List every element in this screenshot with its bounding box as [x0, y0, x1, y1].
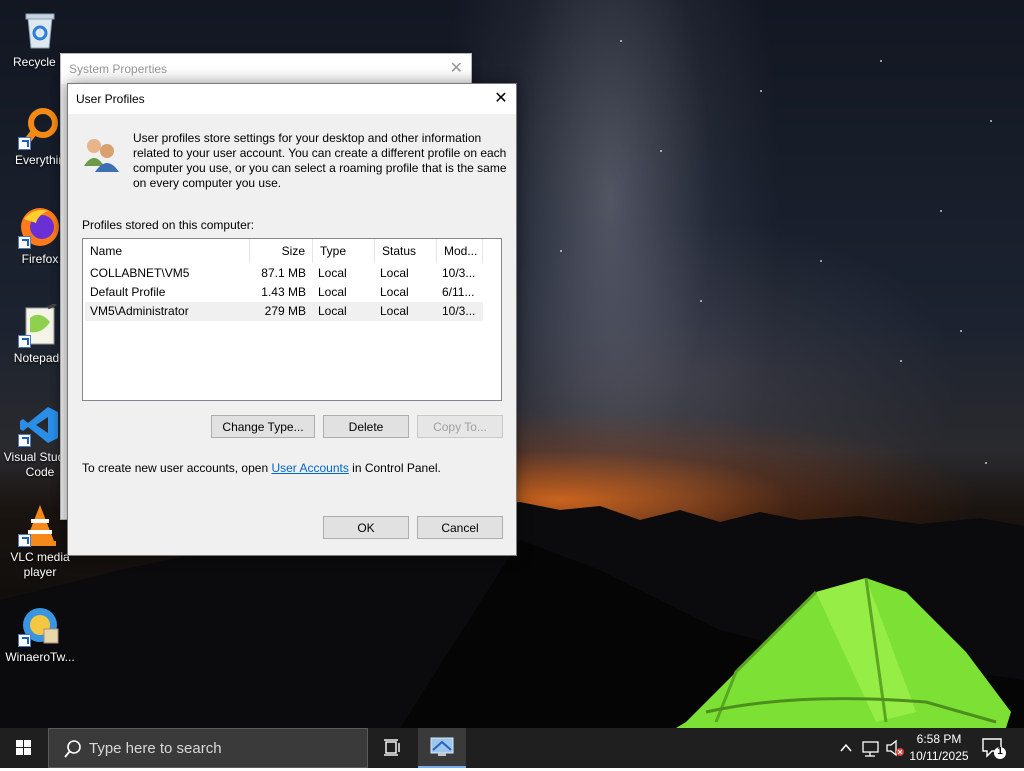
shortcut-arrow-icon: [18, 434, 31, 447]
windows-logo-icon: [16, 740, 31, 755]
search-icon: [64, 740, 81, 758]
cell-modified: 10/3...: [442, 304, 476, 318]
user-profiles-titlebar[interactable]: User Profiles ✕: [68, 84, 516, 114]
everything-search-icon: [18, 106, 62, 150]
shortcut-arrow-icon: [18, 236, 31, 249]
cell-size: 279 MB: [264, 304, 306, 318]
cell-modified: 6/11...: [442, 285, 475, 299]
dialog-title: User Profiles: [76, 92, 145, 106]
shortcut-arrow-icon: [18, 335, 31, 348]
shortcut-arrow-icon: [18, 534, 31, 547]
star: [660, 150, 662, 152]
footer-text-before: To create new user accounts, open: [82, 461, 272, 475]
profiles-list[interactable]: Name Size Type Status Mod... COLLABNET\V…: [82, 238, 502, 401]
taskbar-app-system-properties[interactable]: [418, 728, 466, 768]
cell-modified: 10/3...: [442, 266, 476, 280]
column-header-status[interactable]: Status: [375, 239, 437, 263]
recycle-bin-icon: [18, 8, 62, 52]
column-header-name[interactable]: Name: [83, 239, 250, 263]
cell-name: Default Profile: [90, 285, 166, 299]
clock-time: 6:58 PM: [916, 732, 962, 746]
window-title: System Properties: [69, 62, 168, 76]
cell-size: 1.43 MB: [261, 285, 306, 299]
firefox-icon: [18, 205, 62, 249]
ok-button[interactable]: OK: [323, 516, 409, 539]
profiles-description: User profiles store settings for your de…: [133, 131, 507, 190]
cell-name: VM5\Administrator: [90, 304, 189, 318]
notification-count: 1: [997, 746, 1003, 757]
star: [960, 330, 962, 332]
search-placeholder: Type here to search: [89, 740, 222, 757]
star: [760, 90, 762, 92]
star: [820, 260, 822, 262]
notification-center-button[interactable]: 1: [980, 736, 1006, 760]
footer-text: To create new user accounts, open User A…: [82, 461, 441, 475]
shortcut-arrow-icon: [18, 634, 31, 647]
cell-status: Local: [380, 285, 409, 299]
desktop-icon-winaero-tweaker[interactable]: WinaeroTw...: [0, 603, 80, 665]
vscode-icon: [18, 403, 62, 447]
star: [940, 210, 942, 212]
user-accounts-link[interactable]: User Accounts: [271, 461, 348, 475]
star: [900, 360, 902, 362]
star: [990, 120, 992, 122]
vlc-icon: [18, 503, 62, 547]
table-row[interactable]: Default Profile 1.43 MB Local Local 6/11…: [85, 283, 483, 302]
users-icon: [84, 139, 119, 172]
system-properties-icon: [430, 737, 454, 756]
column-header-modified[interactable]: Mod...: [437, 239, 483, 263]
delete-button[interactable]: Delete: [323, 415, 409, 438]
table-row[interactable]: VM5\Administrator 279 MB Local Local 10/…: [85, 302, 483, 321]
star: [620, 40, 622, 42]
star: [700, 300, 702, 302]
change-type-button[interactable]: Change Type...: [211, 415, 315, 438]
taskbar: Type here to search 6:58 PM 10/11/2025 1: [0, 728, 1024, 768]
winaero-tweaker-icon: [18, 603, 62, 647]
cell-type: Local: [318, 285, 347, 299]
cell-type: Local: [318, 304, 347, 318]
cell-size: 87.1 MB: [261, 266, 306, 280]
close-icon[interactable]: ✕: [486, 84, 516, 114]
star: [985, 462, 987, 464]
user-profiles-dialog: User Profiles ✕ User profiles store sett…: [67, 83, 517, 556]
tent-illustration: [676, 577, 1011, 728]
cell-name: COLLABNET\VM5: [90, 266, 190, 280]
system-properties-titlebar[interactable]: System Properties ✕: [61, 54, 471, 84]
column-header-size[interactable]: Size: [250, 239, 313, 263]
profiles-list-label: Profiles stored on this computer:: [82, 218, 255, 232]
table-row[interactable]: COLLABNET\VM5 87.1 MB Local Local 10/3..…: [85, 264, 483, 283]
copy-to-button[interactable]: Copy To...: [417, 415, 503, 438]
clock-date: 10/11/2025: [909, 749, 969, 763]
taskbar-search-box[interactable]: Type here to search: [48, 728, 368, 768]
list-header: Name Size Type Status Mod...: [83, 239, 483, 263]
star: [560, 250, 562, 252]
task-view-icon: [384, 739, 400, 756]
desktop-icon-label: WinaeroTw...: [5, 650, 75, 664]
footer-text-after: in Control Panel.: [348, 461, 441, 475]
chevron-up-icon[interactable]: [836, 728, 856, 768]
task-view-button[interactable]: [372, 728, 412, 768]
start-button[interactable]: [0, 728, 48, 768]
cell-type: Local: [318, 266, 347, 280]
column-header-type[interactable]: Type: [313, 239, 375, 263]
star: [880, 60, 882, 62]
notepad-plus-plus-icon: [18, 302, 62, 348]
shortcut-arrow-icon: [18, 137, 31, 150]
cancel-button[interactable]: Cancel: [417, 516, 503, 539]
cell-status: Local: [380, 304, 409, 318]
volume-muted-icon[interactable]: [884, 728, 906, 768]
system-clock[interactable]: 6:58 PM 10/11/2025: [904, 731, 974, 765]
cell-status: Local: [380, 266, 409, 280]
close-icon[interactable]: ✕: [450, 54, 463, 84]
network-icon[interactable]: [860, 728, 882, 768]
